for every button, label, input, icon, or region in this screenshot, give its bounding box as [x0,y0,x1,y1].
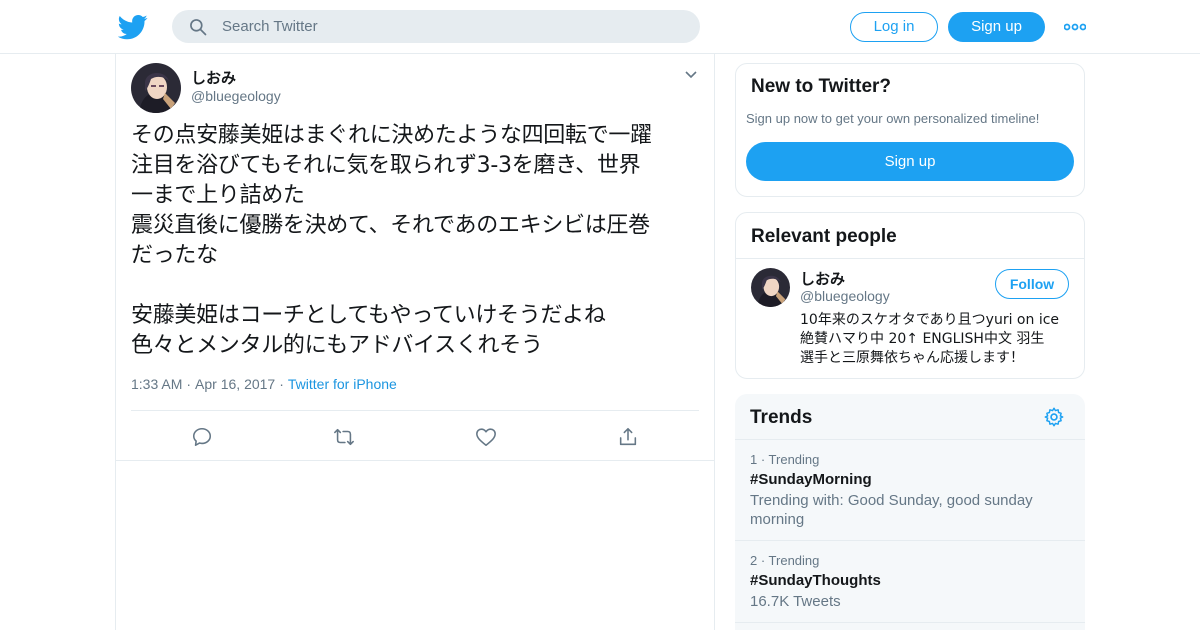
login-button[interactable]: Log in [850,12,938,42]
card-title: New to Twitter? [751,76,892,97]
avatar[interactable] [131,63,181,113]
signup-button[interactable]: Sign up [948,12,1045,42]
top-navigation-bar: Log in Sign up [0,0,1200,54]
trend-description: 16.7K Tweets [750,593,841,610]
tweet-text: その点安藤美姫はまぐれに決めたような四回転で一躍 注目を浴びてもそれに気を取られ… [131,123,652,358]
tweet-date[interactable]: Apr 16, 2017 [195,376,275,392]
gear-icon[interactable] [1043,406,1065,428]
separator-dot: · [186,376,192,392]
user-display-name[interactable]: しおみ [191,67,236,88]
tweet-metadata: 1:33 AM · Apr 16, 2017 · Twitter for iPhone [131,376,397,392]
reply-icon[interactable] [191,426,213,448]
retweet-icon[interactable] [333,426,355,448]
new-to-twitter-card: New to Twitter? Sign up now to get your … [735,63,1085,197]
more-options-icon[interactable] [1064,22,1086,32]
search-box[interactable] [172,10,700,43]
divider [735,540,1085,541]
trend-item[interactable]: 2 · Trending #SundayThoughts 16.7K Tweet… [750,553,1070,611]
trends-panel: Trends 1 · Trending #SundayMorning Trend… [735,394,1085,630]
trend-hashtag[interactable]: #SundayThoughts [750,572,1070,589]
divider [735,622,1085,623]
separator-dot: · [279,376,284,392]
divider [735,439,1085,440]
trend-rank: 2 · Trending [750,553,820,568]
relevant-people-card: Relevant people しおみ @bluegeology Follow … [735,212,1085,379]
signup-card-button[interactable]: Sign up [746,142,1074,181]
person-handle[interactable]: @bluegeology [800,288,890,304]
avatar-image [131,63,181,113]
trend-rank: 1 · Trending [750,452,820,467]
card-subtitle: Sign up now to get your own personalized… [746,111,1040,126]
trends-title: Trends [750,407,813,428]
follow-button[interactable]: Follow [995,269,1069,299]
card-title: Relevant people [751,226,897,247]
trend-item[interactable]: 1 · Trending #SundayMorning Trending wit… [750,452,1070,529]
share-icon[interactable] [617,426,639,448]
search-input[interactable] [222,10,682,43]
trend-hashtag[interactable]: #SundayMorning [750,471,1070,488]
person-display-name[interactable]: しおみ [800,268,845,289]
tweet-time[interactable]: 1:33 AM [131,376,182,392]
tweet-source-link[interactable]: Twitter for iPhone [288,376,397,392]
avatar[interactable] [751,268,790,307]
chevron-down-icon[interactable] [684,70,698,80]
divider [736,258,1084,259]
divider [131,410,699,411]
tweet: しおみ @bluegeology その点安藤美姫はまぐれに決めたような四回転で一… [116,54,714,461]
search-icon [190,19,207,36]
avatar-image [751,268,790,307]
timeline-column: しおみ @bluegeology その点安藤美姫はまぐれに決めたような四回転で一… [115,54,715,630]
user-handle[interactable]: @bluegeology [191,88,281,104]
like-heart-icon[interactable] [475,426,497,448]
person-bio: 10年来のスケオタであり且つyuri on ice 絶賛ハマり中 20↑ ENG… [800,312,1060,366]
trend-description: Trending with: Good Sunday, good sunday … [750,492,1033,528]
twitter-bird-logo-icon[interactable] [118,12,148,42]
